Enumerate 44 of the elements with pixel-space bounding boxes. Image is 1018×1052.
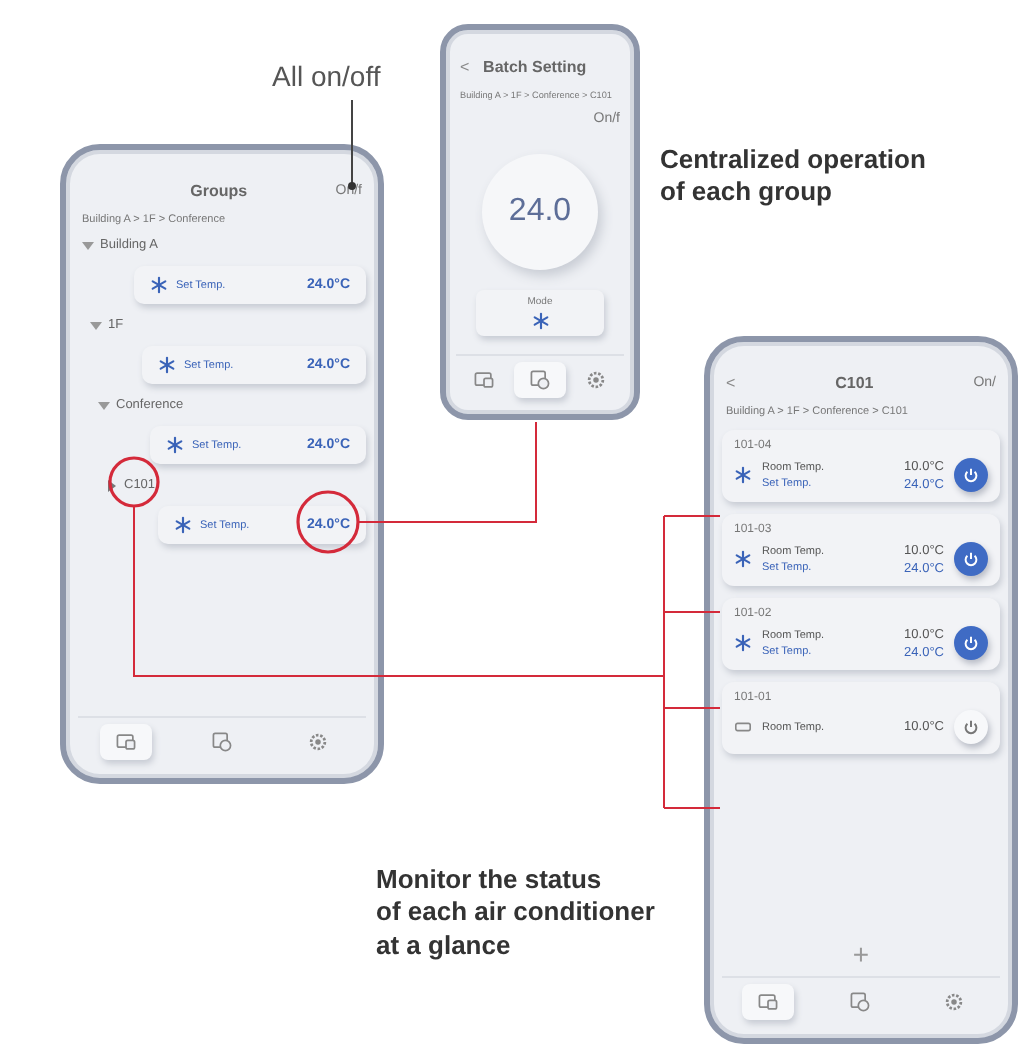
power-button[interactable] [954,710,988,744]
rooms-tab[interactable] [742,984,795,1020]
screens-icon [114,730,138,754]
power-icon [962,466,980,484]
gear-icon [306,730,330,754]
screen-title: Groups [190,181,248,199]
snowflake-icon [531,312,549,330]
power-icon [962,550,980,568]
power-icon [962,718,980,736]
clock-icon [210,730,234,754]
snowflake-icon [174,516,192,534]
schedule-tab[interactable] [514,362,566,398]
snowflake-icon [158,356,176,374]
highlight-ring [296,490,360,554]
callout-text: Centralized operation of each group [660,144,926,209]
snowflake-icon [734,466,752,484]
rooms-tab[interactable] [100,724,152,760]
screen-title: C101 [835,373,874,391]
temperature-value: 24.0 [508,194,572,230]
clock-icon [528,368,552,392]
screens-icon [472,368,496,392]
clock-icon [848,990,873,1014]
collapsed-triangle-icon[interactable] [106,479,118,491]
expanded-triangle-icon[interactable] [90,319,102,331]
power-icon [962,634,980,652]
snowflake-icon [166,436,184,454]
temperature-dial[interactable]: 24.0 [482,154,598,270]
expanded-triangle-icon[interactable] [82,239,94,251]
back-button[interactable]: < [456,57,474,75]
back-button[interactable]: < [722,373,740,391]
snowflake-icon [734,550,752,568]
power-button[interactable] [954,458,988,492]
callout-text: Monitor the status of each air conditioner at a glance [376,864,655,962]
expanded-triangle-icon[interactable] [98,399,110,411]
callout-text: All on/off [272,60,381,95]
gear-icon [584,368,608,392]
power-button[interactable] [954,626,988,660]
snowflake-icon [150,276,168,294]
highlight-ring [108,456,160,508]
power-button[interactable] [954,542,988,576]
screen-title: Batch Setting [483,57,587,75]
gear-icon [941,990,966,1014]
screens-icon [756,990,781,1014]
snowflake-icon [734,634,752,652]
